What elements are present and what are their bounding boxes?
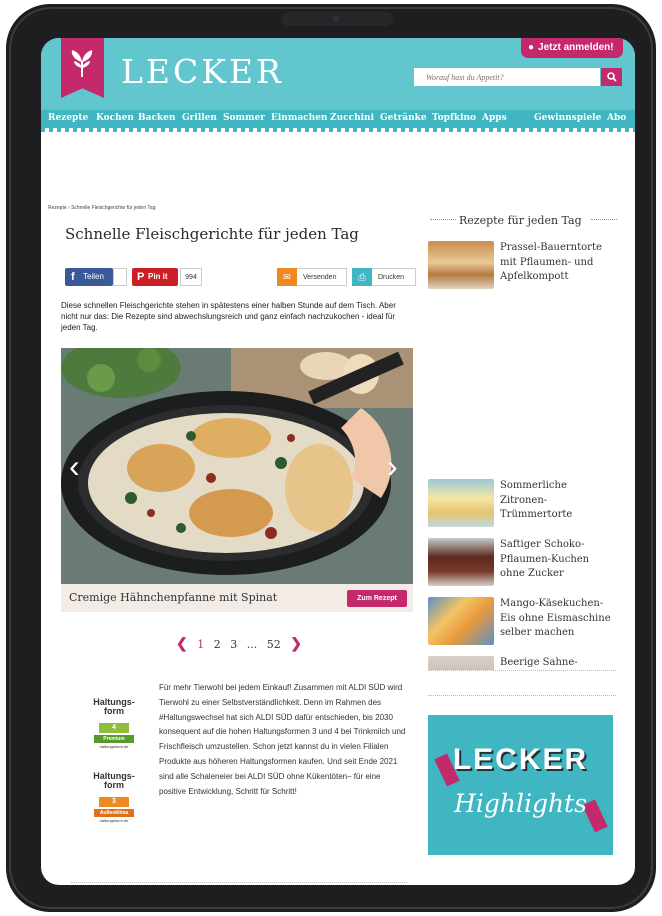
lecker-highlights-banner[interactable]: LECKER Highlights	[428, 715, 613, 855]
pinterest-count: 994	[180, 268, 202, 286]
haltungsform-url: haltungsform.de	[99, 818, 129, 823]
facebook-share-label: Teilen	[83, 272, 104, 281]
login-label: Jetzt anmelden!	[538, 42, 614, 53]
sidebar-recipe-title: Mango-Käsekuchen-Eis ohne Eismaschine se…	[500, 598, 611, 638]
recipe-slider: ‹ › Cremige Hähnchenpfanne mit Spinat Zu…	[61, 348, 413, 612]
pinterest-icon: P	[137, 271, 145, 283]
search-input[interactable]	[414, 68, 600, 86]
print-icon: ⎙	[352, 268, 372, 286]
herb-logo-icon	[71, 50, 93, 77]
breadcrumb[interactable]: Rezepte › Schnelle Fleischgerichte für j…	[48, 205, 155, 211]
search-bar	[414, 68, 622, 86]
nav-item-apps[interactable]: Apps	[482, 113, 507, 123]
sidebar-heading: Rezepte für jeden Tag	[459, 214, 582, 227]
sidebar-heading-rule-right	[591, 219, 617, 220]
banner-subtitle: Highlights	[454, 789, 587, 818]
recipe-thumbnail	[428, 538, 494, 586]
nav-item-backen[interactable]: Backen	[138, 113, 175, 123]
user-icon: ●	[528, 42, 535, 53]
haltungsform-label: Außenklima	[94, 809, 134, 817]
nav-item-einmachen[interactable]: Einmachen	[271, 113, 327, 123]
nav-item-rezepte[interactable]: Rezepte	[48, 113, 88, 123]
slider-next-arrow[interactable]: ›	[387, 448, 398, 485]
page-title: Schnelle Fleischgerichte für jeden Tag	[65, 225, 359, 243]
print-label: Drucken	[378, 274, 405, 281]
recipe-thumbnail	[428, 479, 494, 527]
sidebar-recipe[interactable]: Prassel-Bauerntorte mit Pflaumen- und Ap…	[428, 241, 618, 293]
search-icon	[606, 72, 617, 82]
haltungsform-url: haltungsform.de	[99, 744, 129, 749]
slider-caption[interactable]: Cremige Hähnchenpfanne mit Spinat	[69, 591, 277, 604]
nav-item-sommer[interactable]: Sommer	[223, 113, 265, 123]
haltungsform-number: 3	[99, 797, 129, 807]
sidebar-recipe-title: Prassel-Bauerntorte mit Pflaumen- und Ap…	[500, 242, 602, 282]
sidebar-cutoff-divider	[428, 670, 616, 671]
email-share-button[interactable]: ✉ Versenden	[277, 268, 347, 286]
nav-item-kochen[interactable]: Kochen	[96, 113, 134, 123]
print-button[interactable]: ⎙ Drucken	[352, 268, 416, 286]
login-button[interactable]: ● Jetzt anmelden!	[521, 38, 623, 58]
facebook-share-button[interactable]: f Teilen	[65, 268, 113, 286]
nav-item-topfkino[interactable]: Topfkino	[432, 113, 476, 123]
page-link-1[interactable]: 1	[197, 638, 204, 651]
prev-page-icon[interactable]: ❮	[176, 636, 188, 652]
slider-image[interactable]: ‹ ›	[61, 348, 413, 584]
search-button[interactable]	[601, 68, 622, 86]
recipe-thumbnail	[428, 597, 494, 645]
page-link-52[interactable]: 52	[267, 638, 281, 651]
to-recipe-button[interactable]: Zum Rezept	[347, 590, 407, 607]
haltungsform-number: 4	[99, 723, 129, 733]
brand-wordmark[interactable]: LECKER	[121, 52, 284, 91]
haltungsform-title: Haltungs-form	[93, 771, 135, 790]
mail-icon: ✉	[277, 268, 297, 286]
page-link-3[interactable]: 3	[230, 638, 237, 651]
recipe-thumbnail	[428, 656, 494, 670]
haltungsform-label: Premium	[94, 735, 134, 743]
slider-caption-bar: Cremige Hähnchenpfanne mit Spinat Zum Re…	[61, 584, 413, 612]
banner-title: LECKER	[452, 743, 589, 776]
email-share-label: Versenden	[303, 274, 337, 281]
camera-lens	[333, 16, 339, 22]
nav-item-getraenke[interactable]: Getränke	[380, 113, 427, 123]
site-header: LECKER ●Jetzt anmelden! Rezepte Kochen B…	[41, 38, 635, 128]
camera-bar	[281, 12, 393, 26]
sidebar-heading-rule-left	[430, 219, 456, 220]
facebook-icon: f	[71, 271, 75, 283]
nav-item-gewinnspiele[interactable]: Gewinnspiele	[534, 113, 601, 123]
haltungsform-logo-aussenklima: Haltungs-form 3 Außenklima haltungsform.…	[89, 771, 139, 824]
sidebar-divider	[428, 695, 616, 696]
sidebar-recipe-title: Saftiger Schoko-Pflaumen-Kuchen ohne Zuc…	[500, 539, 590, 579]
sidebar-recipe[interactable]: Saftiger Schoko-Pflaumen-Kuchen ohne Zuc…	[428, 538, 618, 590]
nav-item-grillen[interactable]: Grillen	[182, 113, 217, 123]
pinterest-label: Pin it	[148, 272, 168, 281]
nav-item-zucchini[interactable]: Zucchini	[330, 113, 374, 123]
sidebar-recipe[interactable]: Sommerliche Zitronen-Trümmertorte	[428, 479, 618, 531]
pan-dish-illustration	[61, 348, 413, 584]
nav-item-abo[interactable]: Abo	[607, 113, 626, 123]
next-page-icon[interactable]: ❯	[290, 636, 302, 652]
slider-prev-arrow[interactable]: ‹	[69, 448, 80, 485]
haltungsform-title: Haltungs-form	[93, 697, 135, 716]
nav-divider	[41, 128, 635, 132]
recipe-thumbnail	[428, 241, 494, 289]
sidebar-recipe[interactable]: Beerige Sahne-	[428, 656, 618, 670]
main-nav: Rezepte Kochen Backen Grillen Sommer Ein…	[41, 110, 635, 128]
sidebar-recipe[interactable]: Mango-Käsekuchen-Eis ohne Eismaschine se…	[428, 597, 618, 649]
logo-flag[interactable]	[61, 38, 104, 98]
sidebar-recipe-title: Beerige Sahne-	[500, 657, 578, 668]
section-divider	[71, 882, 407, 883]
pinterest-button[interactable]: P Pin it	[132, 268, 178, 286]
facebook-count	[113, 268, 127, 286]
intro-text: Diese schnellen Fleischgerichte stehen i…	[61, 301, 396, 332]
page-ellipsis: ...	[246, 638, 258, 651]
sidebar-recipe-title: Sommerliche Zitronen-Trümmertorte	[500, 480, 573, 520]
pagination: ❮ 1 2 3 ... 52 ❯	[176, 636, 308, 652]
browser-screen: LECKER ●Jetzt anmelden! Rezepte Kochen B…	[41, 38, 635, 885]
page-link-2[interactable]: 2	[214, 638, 221, 651]
haltungsform-logo-premium: Haltungs-form 4 Premium haltungsform.de	[89, 697, 139, 750]
haltungsform-info-text: Für mehr Tierwohl bei jedem Einkauf! Zus…	[159, 683, 406, 796]
